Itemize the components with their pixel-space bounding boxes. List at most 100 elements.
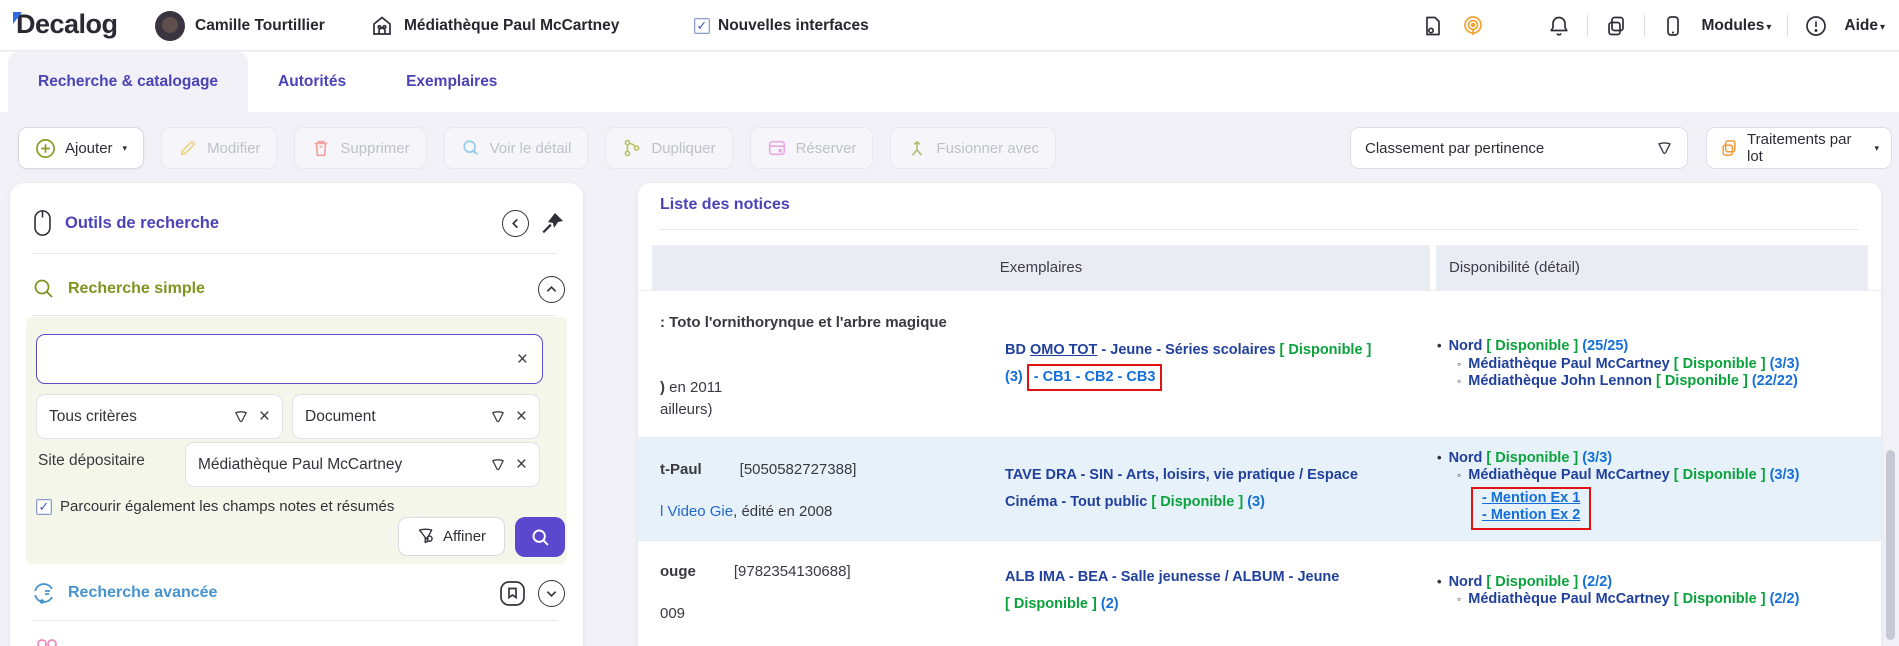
collapse-panel-button[interactable] xyxy=(502,209,529,237)
search-input[interactable] xyxy=(51,350,517,368)
notice-text: Médiathèque John Lennon xyxy=(1468,373,1656,390)
site-select[interactable]: Médiathèque Paul McCartney × xyxy=(185,442,540,487)
notice-text: [ Disponible ] xyxy=(1486,338,1583,355)
doctype-select[interactable]: Document × xyxy=(292,394,540,439)
mobile-device-icon[interactable] xyxy=(1661,14,1685,38)
notice-text: Nord xyxy=(1448,338,1487,355)
notice-text: [ Disponible ] xyxy=(1151,494,1248,510)
notice-row[interactable]: t-Paul [5050582727388] l Video Gie, édité … xyxy=(638,437,1881,540)
criteria-select[interactable]: Tous critères × xyxy=(36,394,283,439)
notice-text: (22/22) xyxy=(1751,373,1798,390)
pin-icon[interactable] xyxy=(541,211,565,235)
notice-row[interactable]: ouge [9782354130688] 009 ALB IMA - BEA - Sa… xyxy=(638,540,1881,640)
layers-icon[interactable] xyxy=(1604,14,1628,38)
exemplaires-cell: ALB IMA - BEA - Salle jeunesse / ALBUM -… xyxy=(1005,541,1435,640)
refine-button[interactable]: Affiner xyxy=(398,517,505,556)
site-name: Médiathèque Paul McCartney xyxy=(404,16,620,34)
notifications-bell-icon[interactable] xyxy=(1547,14,1571,38)
notice-text: (2) xyxy=(1100,595,1119,612)
duplicate-icon xyxy=(622,138,642,158)
toolbar-button-label: Réserver xyxy=(795,139,857,157)
magnifier-icon xyxy=(461,138,481,158)
clear-site-icon[interactable]: × xyxy=(516,455,527,474)
notice-text: (3/3) xyxy=(1769,467,1800,483)
notice-text: Médiathèque Paul McCartney xyxy=(1468,355,1674,372)
tab-exemplaires[interactable]: Exemplaires xyxy=(376,52,527,112)
toolbar-button-reserver: Réserver xyxy=(749,127,874,169)
new-interfaces-label: Nouvelles interfaces xyxy=(718,16,869,34)
notice-link[interactable]: - Mention Ex 2 xyxy=(1482,507,1580,523)
new-interfaces-toggle[interactable]: ✓ Nouvelles interfaces xyxy=(694,0,869,51)
notice-text: ALB IMA - BEA - Salle jeunesse / ALBUM -… xyxy=(1005,568,1340,585)
site-label: Site dépositaire xyxy=(38,452,145,469)
simple-search-title: Recherche simple xyxy=(68,280,205,297)
tab-autorites[interactable]: Autorités xyxy=(248,52,376,112)
logo-flag-icon xyxy=(13,12,22,24)
toolbar-button-ajouter[interactable]: Ajouter ▾ xyxy=(18,127,145,169)
mouse-icon xyxy=(32,209,53,237)
advanced-search-title: Recherche avancée xyxy=(68,584,218,601)
pencil-icon xyxy=(178,138,198,158)
expand-advanced-search-button[interactable] xyxy=(538,579,565,607)
search-tools-panel: Outils de recherche Recherche simple × T… xyxy=(10,183,583,646)
simple-search-form: × Tous critères × Document × Site déposi… xyxy=(26,317,567,564)
notice-description-cell: t-Paul [5050582727388] l Video Gie, édité … xyxy=(660,438,995,540)
refine-funnel-icon xyxy=(417,527,436,546)
help-info-icon xyxy=(1804,14,1828,38)
merge-icon xyxy=(907,138,927,158)
notice-text: , édité en 2008 xyxy=(733,503,833,520)
annotation-red-box: - CB1 - CB2 - CB3 xyxy=(1026,364,1163,391)
collapse-simple-search-button[interactable] xyxy=(538,275,565,303)
notice-text: Nord xyxy=(1448,449,1487,466)
bookmark-square-icon[interactable] xyxy=(499,580,526,607)
notice-text: Nord xyxy=(1448,573,1487,590)
simple-search-icon xyxy=(32,277,56,301)
panel-title: Outils de recherche xyxy=(65,213,220,232)
notice-text: (3/3) xyxy=(1582,449,1613,466)
sort-order-value: Classement par pertinence xyxy=(1365,139,1545,157)
batch-label: Traitements par lot xyxy=(1747,131,1852,165)
vertical-scrollbar[interactable] xyxy=(1886,450,1895,640)
current-user[interactable]: Camille Tourtillier xyxy=(155,0,325,51)
new-interfaces-checkbox[interactable]: ✓ xyxy=(694,17,710,34)
notice-text: [5050582727388] xyxy=(739,461,857,478)
column-header-disponibilite: Disponibilité (détail) xyxy=(1436,245,1868,290)
export-file-icon[interactable] xyxy=(1421,14,1445,38)
modules-menu[interactable]: Modules ▾ xyxy=(1701,17,1771,35)
site-value: Médiathèque Paul McCartney xyxy=(198,455,403,473)
advanced-search-icon xyxy=(32,581,56,605)
current-site[interactable]: Médiathèque Paul McCartney xyxy=(370,0,619,51)
notice-text: (2/2) xyxy=(1769,591,1800,607)
notice-link[interactable]: - Mention Ex 1 xyxy=(1482,490,1580,506)
aide-menu[interactable]: Aide ▾ xyxy=(1844,17,1885,35)
search-submit-button[interactable] xyxy=(515,517,565,557)
notes-checkbox[interactable]: ✓ xyxy=(36,498,52,515)
ticket-icon xyxy=(767,138,787,158)
broadcast-icon[interactable] xyxy=(1461,14,1485,38)
tab-recherche-catalogage[interactable]: Recherche & catalogage xyxy=(8,52,249,112)
notice-text: TAVE DRA - SIN - Arts, loisirs, vie prat… xyxy=(1005,467,1358,483)
trash-icon xyxy=(311,138,331,158)
sort-order-select[interactable]: Classement par pertinence xyxy=(1350,127,1688,169)
batch-processing-button[interactable]: Traitements par lot ▾ xyxy=(1706,127,1892,169)
user-name: Camille Tourtillier xyxy=(195,16,325,34)
notice-link[interactable]: l Video Gie xyxy=(660,503,733,520)
notice-text: BD xyxy=(1005,342,1030,358)
notes-checkbox-label: Parcourir également les champs notes et … xyxy=(60,498,395,515)
notice-text: [ Disponible ] xyxy=(1005,595,1101,612)
funnel-icon xyxy=(490,409,506,425)
toolbar-button-modifier: Modifier xyxy=(161,127,278,169)
clear-search-icon[interactable]: × xyxy=(517,350,528,369)
clear-criteria-icon[interactable]: × xyxy=(259,407,270,426)
notice-row[interactable]: : Toto l'ornithorynque et l'arbre magiqu… xyxy=(638,290,1881,437)
decalog-app: Decalog Camille Tourtillier Médiathèque … xyxy=(0,0,1899,646)
notice-text: Médiathèque Paul McCartney xyxy=(1468,591,1674,607)
notice-text: [ Disponible ] xyxy=(1673,467,1770,483)
clear-doctype-icon[interactable]: × xyxy=(516,407,527,426)
notice-text: 009 xyxy=(660,604,686,622)
notice-link[interactable]: OMO TOT xyxy=(1030,342,1097,358)
toolbar-button-label: Supprimer xyxy=(340,139,410,157)
notes-checkbox-row[interactable]: ✓ Parcourir également les champs notes e… xyxy=(36,498,394,515)
notices-panel: Liste des notices Exemplaires Disponibil… xyxy=(638,183,1881,646)
disponibilite-cell: • Nord [ Disponible ] (3/3) ◦ Médiathèque P… xyxy=(1437,438,1877,540)
